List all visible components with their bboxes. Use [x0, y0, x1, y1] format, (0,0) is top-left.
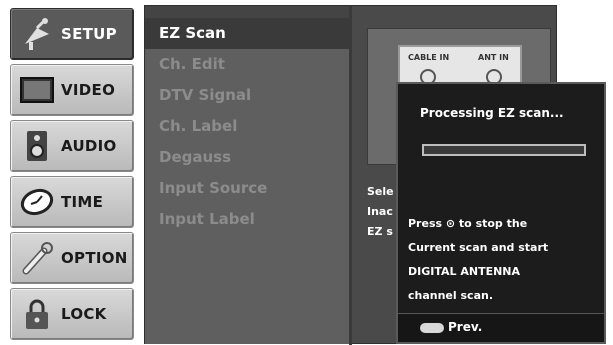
tab-label: TIME: [61, 193, 104, 211]
dialog-title: Processing EZ scan...: [420, 106, 564, 120]
ant-in-label: ANT IN: [478, 53, 509, 62]
wrench-icon: [17, 238, 57, 278]
prev-button[interactable]: Prev.: [448, 320, 482, 334]
menu-key-icon: [420, 323, 444, 333]
tab-label: SETUP: [61, 25, 117, 43]
menu-item-dtv-signal[interactable]: DTV Signal: [145, 80, 349, 111]
message-line: Press ⊙ to stop the: [408, 217, 528, 230]
tab-setup[interactable]: SETUP: [10, 8, 134, 60]
tab-audio[interactable]: AUDIO: [10, 120, 134, 172]
cable-in-label: CABLE IN: [408, 53, 450, 62]
tab-label: LOCK: [61, 305, 107, 323]
message-line: DIGITAL ANTENNA: [408, 265, 521, 278]
menu-item-ch-edit[interactable]: Ch. Edit: [145, 49, 349, 80]
tab-lock[interactable]: LOCK: [10, 288, 134, 340]
menu-header-bar: [145, 6, 349, 18]
tab-label: AUDIO: [61, 137, 117, 155]
menu-item-ch-label[interactable]: Ch. Label: [145, 111, 349, 142]
tab-label: VIDEO: [61, 81, 116, 99]
menu-item-degauss[interactable]: Degauss: [145, 142, 349, 173]
menu-item-ez-scan[interactable]: EZ Scan: [145, 18, 349, 49]
padlock-icon: [17, 294, 57, 334]
scan-progress-bar: [422, 144, 586, 156]
ez-scan-progress-dialog: Processing EZ scan... Press ⊙ to stop th…: [396, 82, 606, 344]
tab-time[interactable]: TIME: [10, 176, 134, 228]
setup-menu-list: EZ Scan Ch. Edit DTV Signal Ch. Label De…: [145, 18, 349, 344]
tab-option[interactable]: OPTION: [10, 232, 134, 284]
tab-label: OPTION: [61, 249, 128, 267]
dialog-footer: Prev.: [398, 313, 604, 342]
message-line: Current scan and start: [408, 241, 549, 254]
menu-item-input-source[interactable]: Input Source: [145, 173, 349, 204]
monitor-icon: [17, 70, 57, 110]
dialog-message: Press ⊙ to stop the Current scan and sta…: [408, 212, 604, 308]
message-line: channel scan.: [408, 289, 493, 302]
menu-item-input-label[interactable]: Input Label: [145, 204, 349, 235]
speaker-icon: [17, 126, 57, 166]
category-tab-column: SETUP VIDEO AUDIO TIME OPTION LOCK: [10, 8, 134, 344]
satellite-icon: [17, 14, 57, 54]
tab-video[interactable]: VIDEO: [10, 64, 134, 116]
panel-divider: [349, 6, 352, 345]
clock-icon: [17, 182, 57, 222]
